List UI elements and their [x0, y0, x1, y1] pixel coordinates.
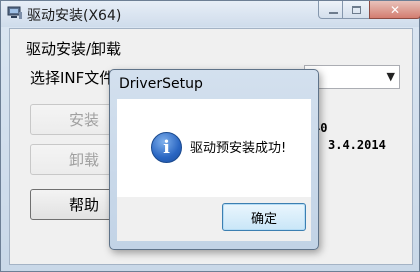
dialog-title: DriverSetup — [119, 76, 203, 92]
info-icon: i — [151, 132, 182, 163]
maximize-icon — [351, 5, 361, 14]
group-label: 驱动安装/卸载 — [26, 40, 122, 58]
minimize-icon — [328, 11, 338, 14]
app-icon — [7, 6, 22, 19]
ok-button[interactable]: 确定 — [222, 203, 306, 231]
close-button[interactable]: ✕ — [369, 1, 420, 19]
dialog-footer: 确定 — [117, 197, 311, 241]
dialog-message: 驱动预安装成功! — [190, 141, 287, 156]
inf-file-label: 选择INF文件 — [30, 69, 115, 87]
title-bar[interactable]: 驱动安装(X64) ✕ — [1, 1, 420, 27]
info-text-line2: 3.4.2014 — [328, 138, 386, 152]
message-dialog: DriverSetup i 驱动预安装成功! 确定 — [109, 69, 319, 250]
window-title: 驱动安装(X64) — [27, 8, 122, 24]
close-icon: ✕ — [389, 2, 401, 17]
dialog-body: i 驱动预安装成功! — [117, 99, 311, 197]
dropdown-arrow-icon[interactable]: ▼ — [387, 70, 395, 83]
maximize-button[interactable] — [342, 1, 370, 19]
